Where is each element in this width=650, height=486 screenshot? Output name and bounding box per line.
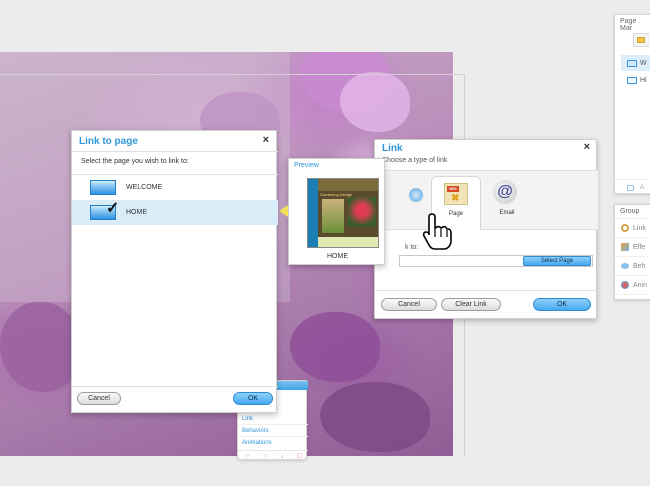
folder-icon — [637, 37, 645, 43]
wix-page-icon: WIX ✖ — [444, 183, 468, 205]
thumb-footer — [318, 237, 378, 247]
trash-icon[interactable]: □ — [297, 453, 301, 460]
group-item-label: Beh — [633, 262, 646, 270]
select-page-button[interactable]: Select Page — [523, 256, 591, 266]
page-x-mark: ✖ — [451, 193, 460, 204]
page-option-label: WELCOME — [126, 184, 163, 191]
divider — [375, 290, 598, 291]
group-item-effects[interactable]: Effe — [615, 238, 650, 257]
behaviors-icon — [621, 263, 629, 269]
link-to-page-title: Link to page — [79, 136, 138, 147]
group-item-label: Effe — [633, 243, 646, 251]
link-dialog-title: Link — [382, 143, 403, 154]
group-item-label: Anin — [633, 281, 648, 289]
page-manager-title: Page Mar — [620, 18, 637, 32]
email-at-icon: @ — [493, 180, 517, 204]
thumb-header — [318, 179, 378, 191]
group-panel: Group Link Effe Beh Anin — [614, 204, 650, 300]
link-dialog: Link × Choose a type of link WIX ✖ Page … — [374, 139, 598, 319]
ok-button[interactable]: OK — [533, 298, 591, 311]
divider — [238, 436, 308, 437]
page-option-welcome[interactable]: WELCOME — [72, 175, 278, 200]
link-type-email[interactable]: @ Email — [487, 176, 531, 222]
checkmark-icon: ✓ — [106, 200, 120, 217]
cancel-button[interactable]: Cancel — [77, 392, 121, 405]
divider — [238, 424, 308, 425]
divider — [72, 151, 278, 152]
flower-cluster — [340, 72, 410, 132]
hand-cursor-icon — [420, 212, 454, 252]
mini-panel-toolbar: ☞ ↑ ↓ □ — [238, 450, 308, 461]
globe-icon[interactable] — [409, 188, 423, 202]
page-icon — [627, 184, 634, 191]
arrow-up-icon[interactable]: ↑ — [264, 453, 268, 460]
page-icon — [627, 76, 637, 84]
footer-label: A — [640, 184, 645, 191]
page-item-label: W — [640, 59, 647, 67]
close-icon[interactable]: × — [584, 141, 590, 153]
page-option-label: HOME — [126, 209, 147, 216]
close-icon[interactable]: × — [263, 134, 269, 146]
preview-title: Preview — [294, 162, 319, 169]
animations-icon — [621, 281, 629, 289]
link-type-label: Email — [499, 210, 515, 216]
mini-panel-item-animations[interactable]: Animations — [242, 440, 272, 446]
flower-cluster — [0, 302, 80, 392]
group-item-behaviors[interactable]: Beh — [615, 257, 650, 276]
link-to-label: k to: — [405, 244, 419, 251]
ok-button[interactable]: OK — [233, 392, 273, 405]
flower-cluster — [290, 312, 380, 382]
group-item-animations[interactable]: Anin — [615, 276, 650, 295]
thumb-image-rose — [348, 197, 376, 227]
hand-icon[interactable]: ☞ — [245, 452, 251, 460]
page-icon — [627, 59, 637, 67]
page-item-home[interactable]: Hi — [621, 72, 650, 88]
preview-caption: HOME — [327, 253, 348, 260]
page-item-label: Hi — [640, 76, 647, 84]
group-item-link[interactable]: Link — [615, 219, 650, 238]
preview-popup: Preview Gardening Design HOME — [288, 158, 385, 265]
divider — [72, 386, 278, 387]
page-manager-panel: Page Mar W Hi A — [614, 14, 650, 194]
clear-link-button[interactable]: Clear Link — [441, 298, 501, 311]
effects-icon — [621, 243, 629, 251]
flower-cluster — [320, 382, 430, 452]
page-icon: ✓ — [90, 200, 119, 220]
link-icon — [621, 224, 629, 232]
group-item-label: Link — [633, 224, 646, 232]
instruction-text: Select the page you wish to link to: — [81, 158, 189, 165]
mini-panel-item-link[interactable]: Link — [242, 416, 253, 422]
page-list: WELCOME ✓ HOME — [72, 175, 278, 225]
page-item-welcome[interactable]: W — [621, 55, 650, 71]
page-option-home[interactable]: ✓ HOME — [72, 200, 278, 225]
page-icon — [90, 180, 116, 195]
thumb-image-garden — [322, 199, 344, 233]
link-dialog-subtitle: Choose a type of link — [382, 157, 448, 164]
arrow-down-icon[interactable]: ↓ — [281, 453, 285, 460]
page-manager-footer: A — [615, 179, 650, 195]
mini-panel-item-behaviors[interactable]: Behaviors — [242, 428, 269, 434]
group-panel-title: Group — [615, 205, 650, 219]
thumb-sidebar — [308, 179, 318, 247]
wix-badge: WIX — [447, 186, 459, 192]
preview-pointer-arrow — [279, 205, 288, 217]
canvas-frame-line — [0, 74, 465, 75]
link-to-page-dialog: Link to page × Select the page you wish … — [71, 130, 278, 413]
cancel-button[interactable]: Cancel — [381, 298, 437, 311]
page-thumbnail: Gardening Design — [307, 178, 379, 248]
add-page-button[interactable] — [633, 33, 650, 47]
